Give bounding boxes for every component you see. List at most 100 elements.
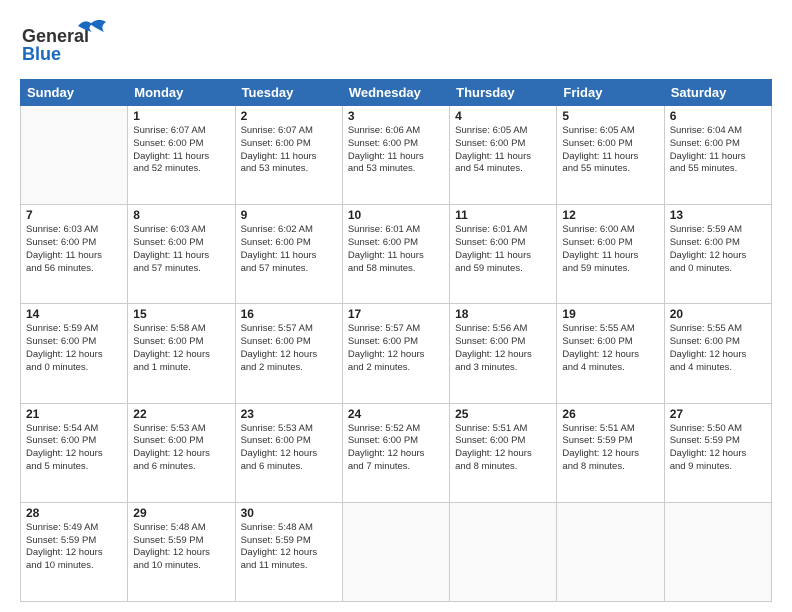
table-row: 25Sunrise: 5:51 AM Sunset: 6:00 PM Dayli…: [450, 403, 557, 502]
table-row: 27 Sunrise: 5:50 AM Sunset: 5:59 PM Dayli…: [664, 403, 771, 502]
day-info: Sunrise: 6:05 AM Sunset: 6:00 PM Dayligh…: [455, 125, 551, 176]
table-row: 24Sunrise: 5:52 AM Sunset: 6:00 PM Dayli…: [342, 403, 449, 502]
day-info: Sunrise: 6:06 AM Sunset: 6:00 PM Dayligh…: [348, 125, 444, 176]
day-number: 30: [241, 506, 337, 520]
table-row: [450, 502, 557, 601]
day-info: Sunrise: 6:05 AM Sunset: 6:00 PM Dayligh…: [562, 125, 658, 176]
day-info: Sunrise: 5:59 AM Sunset: 6:00 PM Dayligh…: [26, 323, 122, 374]
table-row: 4 Sunrise: 6:05 AM Sunset: 6:00 PM Daylig…: [450, 106, 557, 205]
table-row: [342, 502, 449, 601]
day-info: Sunrise: 5:55 AM Sunset: 6:00 PM Dayligh…: [670, 323, 766, 374]
day-number: 7: [26, 208, 122, 222]
day-info: Sunrise: 6:02 AM Sunset: 6:00 PM Dayligh…: [241, 224, 337, 275]
col-thursday: Thursday: [450, 80, 557, 106]
table-row: 18 Sunrise: 5:56 AM Sunset: 6:00 PM Dayli…: [450, 304, 557, 403]
day-number: 3: [348, 109, 444, 123]
day-info: Sunrise: 6:04 AM Sunset: 6:00 PM Dayligh…: [670, 125, 766, 176]
table-row: [21, 106, 128, 205]
day-info: Sunrise: 5:51 AM Sunset: 6:00 PM Dayligh…: [455, 423, 551, 474]
day-number: 14: [26, 307, 122, 321]
logo-svg: General Blue: [20, 16, 110, 71]
table-row: 30 Sunrise: 5:48 AM Sunset: 5:59 PM Dayli…: [235, 502, 342, 601]
day-info: Sunrise: 6:03 AM Sunset: 6:00 PM Dayligh…: [26, 224, 122, 275]
calendar-week-row: 21 Sunrise: 5:54 AM Sunset: 6:00 PM Dayli…: [21, 403, 772, 502]
day-number: 12: [562, 208, 658, 222]
table-row: 14 Sunrise: 5:59 AM Sunset: 6:00 PM Dayli…: [21, 304, 128, 403]
day-number: 18: [455, 307, 551, 321]
calendar-header-row: Sunday Monday Tuesday Wednesday Thursday…: [21, 80, 772, 106]
day-info: Sunrise: 5:56 AM Sunset: 6:00 PM Dayligh…: [455, 323, 551, 374]
day-info: Sunrise: 5:53 AM Sunset: 6:00 PM Dayligh…: [133, 423, 229, 474]
day-info: Sunrise: 5:59 AM Sunset: 6:00 PM Dayligh…: [670, 224, 766, 275]
day-info: Sunrise: 5:49 AM Sunset: 5:59 PM Dayligh…: [26, 522, 122, 573]
table-row: 8Sunrise: 6:03 AM Sunset: 6:00 PM Daylig…: [128, 205, 235, 304]
day-info: Sunrise: 5:51 AM Sunset: 5:59 PM Dayligh…: [562, 423, 658, 474]
day-number: 6: [670, 109, 766, 123]
day-info: Sunrise: 5:53 AM Sunset: 6:00 PM Dayligh…: [241, 423, 337, 474]
table-row: 21 Sunrise: 5:54 AM Sunset: 6:00 PM Dayli…: [21, 403, 128, 502]
day-number: 24: [348, 407, 444, 421]
day-number: 29: [133, 506, 229, 520]
col-wednesday: Wednesday: [342, 80, 449, 106]
day-info: Sunrise: 5:57 AM Sunset: 6:00 PM Dayligh…: [241, 323, 337, 374]
table-row: 6 Sunrise: 6:04 AM Sunset: 6:00 PM Daylig…: [664, 106, 771, 205]
col-sunday: Sunday: [21, 80, 128, 106]
table-row: 13 Sunrise: 5:59 AM Sunset: 6:00 PM Dayli…: [664, 205, 771, 304]
day-info: Sunrise: 6:00 AM Sunset: 6:00 PM Dayligh…: [562, 224, 658, 275]
calendar-table: Sunday Monday Tuesday Wednesday Thursday…: [20, 79, 772, 602]
header: General Blue: [20, 16, 772, 71]
day-info: Sunrise: 5:55 AM Sunset: 6:00 PM Dayligh…: [562, 323, 658, 374]
table-row: [664, 502, 771, 601]
calendar-week-row: 14 Sunrise: 5:59 AM Sunset: 6:00 PM Dayli…: [21, 304, 772, 403]
table-row: 9 Sunrise: 6:02 AM Sunset: 6:00 PM Daylig…: [235, 205, 342, 304]
day-number: 21: [26, 407, 122, 421]
table-row: 17Sunrise: 5:57 AM Sunset: 6:00 PM Dayli…: [342, 304, 449, 403]
table-row: 5 Sunrise: 6:05 AM Sunset: 6:00 PM Daylig…: [557, 106, 664, 205]
day-info: Sunrise: 5:48 AM Sunset: 5:59 PM Dayligh…: [241, 522, 337, 573]
table-row: 29 Sunrise: 5:48 AM Sunset: 5:59 PM Dayli…: [128, 502, 235, 601]
svg-text:General: General: [22, 26, 89, 46]
table-row: 15 Sunrise: 5:58 AM Sunset: 6:00 PM Dayli…: [128, 304, 235, 403]
table-row: 12 Sunrise: 6:00 AM Sunset: 6:00 PM Dayli…: [557, 205, 664, 304]
day-number: 16: [241, 307, 337, 321]
table-row: 16 Sunrise: 5:57 AM Sunset: 6:00 PM Dayli…: [235, 304, 342, 403]
day-number: 5: [562, 109, 658, 123]
col-friday: Friday: [557, 80, 664, 106]
day-info: Sunrise: 5:58 AM Sunset: 6:00 PM Dayligh…: [133, 323, 229, 374]
day-info: Sunrise: 5:57 AM Sunset: 6:00 PM Dayligh…: [348, 323, 444, 374]
day-info: Sunrise: 6:01 AM Sunset: 6:00 PM Dayligh…: [455, 224, 551, 275]
day-number: 20: [670, 307, 766, 321]
table-row: 26Sunrise: 5:51 AM Sunset: 5:59 PM Dayli…: [557, 403, 664, 502]
table-row: 19Sunrise: 5:55 AM Sunset: 6:00 PM Dayli…: [557, 304, 664, 403]
table-row: 10Sunrise: 6:01 AM Sunset: 6:00 PM Dayli…: [342, 205, 449, 304]
day-info: Sunrise: 6:07 AM Sunset: 6:00 PM Dayligh…: [241, 125, 337, 176]
day-number: 1: [133, 109, 229, 123]
day-number: 4: [455, 109, 551, 123]
day-number: 8: [133, 208, 229, 222]
page: General Blue Sunday Monday Tuesday Wedne…: [0, 0, 792, 612]
col-saturday: Saturday: [664, 80, 771, 106]
day-info: Sunrise: 5:50 AM Sunset: 5:59 PM Dayligh…: [670, 423, 766, 474]
day-info: Sunrise: 5:54 AM Sunset: 6:00 PM Dayligh…: [26, 423, 122, 474]
table-row: 3 Sunrise: 6:06 AM Sunset: 6:00 PM Daylig…: [342, 106, 449, 205]
day-number: 10: [348, 208, 444, 222]
day-number: 13: [670, 208, 766, 222]
day-number: 27: [670, 407, 766, 421]
day-number: 11: [455, 208, 551, 222]
day-number: 2: [241, 109, 337, 123]
day-info: Sunrise: 6:07 AM Sunset: 6:00 PM Dayligh…: [133, 125, 229, 176]
day-number: 9: [241, 208, 337, 222]
day-number: 15: [133, 307, 229, 321]
day-number: 28: [26, 506, 122, 520]
table-row: 7 Sunrise: 6:03 AM Sunset: 6:00 PM Daylig…: [21, 205, 128, 304]
table-row: 23Sunrise: 5:53 AM Sunset: 6:00 PM Dayli…: [235, 403, 342, 502]
calendar-week-row: 1 Sunrise: 6:07 AM Sunset: 6:00 PM Daylig…: [21, 106, 772, 205]
calendar-week-row: 28 Sunrise: 5:49 AM Sunset: 5:59 PM Dayli…: [21, 502, 772, 601]
table-row: 11 Sunrise: 6:01 AM Sunset: 6:00 PM Dayli…: [450, 205, 557, 304]
table-row: 28 Sunrise: 5:49 AM Sunset: 5:59 PM Dayli…: [21, 502, 128, 601]
day-info: Sunrise: 5:48 AM Sunset: 5:59 PM Dayligh…: [133, 522, 229, 573]
table-row: 22Sunrise: 5:53 AM Sunset: 6:00 PM Dayli…: [128, 403, 235, 502]
logo: General Blue: [20, 16, 110, 71]
table-row: 20 Sunrise: 5:55 AM Sunset: 6:00 PM Dayli…: [664, 304, 771, 403]
table-row: [557, 502, 664, 601]
